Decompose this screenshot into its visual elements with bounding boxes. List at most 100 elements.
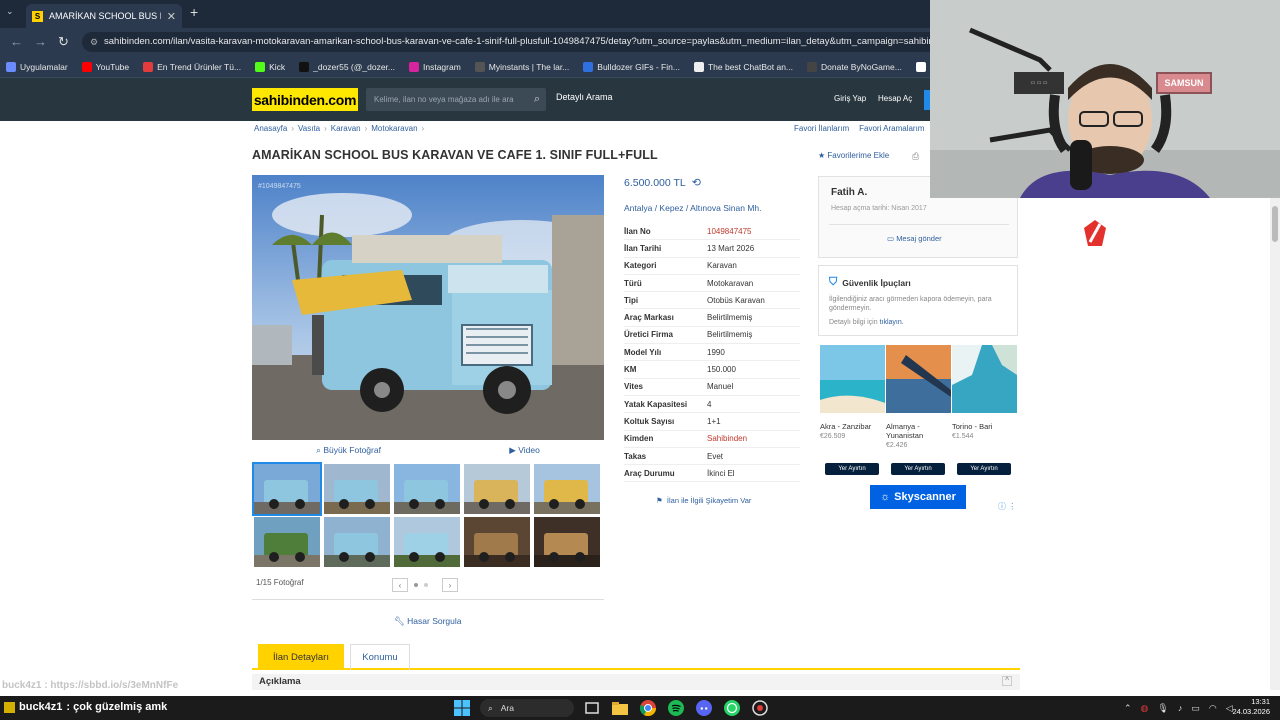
reload-icon[interactable]: ↻ bbox=[58, 34, 69, 50]
breadcrumb-item[interactable]: Vasıta bbox=[298, 124, 320, 133]
skyscanner-logo[interactable]: ☼ Skyscanner bbox=[870, 485, 966, 509]
detail-label: Tipi bbox=[624, 295, 639, 305]
chevron-up-icon[interactable]: ⌃ bbox=[1124, 703, 1132, 714]
recorder-icon[interactable] bbox=[750, 699, 770, 717]
price-history-icon[interactable]: ⟲ bbox=[692, 176, 701, 189]
bookmark-item[interactable]: Instagram bbox=[409, 61, 461, 72]
chrome-icon[interactable] bbox=[638, 699, 658, 717]
print-icon[interactable]: ⎙ bbox=[912, 151, 919, 162]
bookmark-item[interactable]: YouTube bbox=[81, 61, 129, 72]
network-status-icon[interactable]: ◍ bbox=[1141, 703, 1149, 714]
bookmark-item[interactable]: Uygulamalar bbox=[6, 61, 68, 72]
book-button[interactable]: Yer Ayırtın bbox=[891, 463, 945, 475]
bookmark-item[interactable]: Bulldozer GIFs - Fin... bbox=[583, 61, 680, 72]
login-link[interactable]: Giriş Yap bbox=[834, 94, 866, 103]
faded-chat-message: buck4z1 : https://sbbd.io/s/3eMnNfFe bbox=[2, 680, 179, 691]
price-value: 6.500.000 TL bbox=[624, 176, 686, 189]
seller-since: Hesap açma tarihi: Nisan 2017 bbox=[831, 205, 927, 212]
tab-listing-details[interactable]: İlan Detayları bbox=[258, 644, 344, 670]
bell-icon[interactable]: ♪ bbox=[1178, 703, 1183, 713]
site-info-icon[interactable]: ⚙ bbox=[90, 32, 98, 52]
tab-location[interactable]: Konumu bbox=[350, 644, 410, 670]
breadcrumb: Anasayfa › Vasıta › Karavan › Motokaravan › bbox=[254, 124, 425, 133]
ad-card[interactable]: Akra - Zanzibar €26.509 bbox=[820, 345, 885, 440]
detail-row: İlan No 1049847475 bbox=[624, 223, 800, 241]
breadcrumb-item[interactable]: Karavan bbox=[331, 124, 361, 133]
whatsapp-icon[interactable] bbox=[722, 699, 742, 717]
safety-more-link[interactable]: tıklayın. bbox=[880, 319, 904, 326]
discord-icon[interactable] bbox=[694, 699, 714, 717]
bookmark-item[interactable]: Myinstants | The lar... bbox=[474, 61, 569, 72]
seller-name[interactable]: Fatih A. bbox=[831, 187, 867, 198]
ad-card[interactable]: Almanya - Yunanistan €2.426 bbox=[886, 345, 951, 449]
browser-tab[interactable]: S AMARİKAN SCHOOL BUS KARAV ✕ bbox=[26, 4, 182, 28]
chat-username: buck4z1 bbox=[19, 701, 63, 713]
task-view-icon[interactable] bbox=[582, 699, 602, 717]
safety-more-prefix: Detaylı bilgi için bbox=[829, 319, 878, 326]
detail-row: Kimden Sahibinden bbox=[624, 431, 800, 448]
back-icon[interactable]: ← bbox=[10, 34, 23, 49]
complaint-link[interactable]: ⚑ İlan ile İlgili Şikayetim Var bbox=[656, 496, 751, 505]
system-tray: ⌃ ◍ 🎙︎ ♪ ▭ ◠ ◁ bbox=[1124, 698, 1233, 718]
book-button[interactable]: Yer Ayırtın bbox=[825, 463, 879, 475]
new-tab-icon[interactable]: + bbox=[190, 4, 198, 20]
ad-card[interactable]: Torino - Bari €1.544 bbox=[952, 345, 1017, 440]
scrollbar-thumb[interactable] bbox=[1272, 206, 1278, 242]
message-icon: ▭ bbox=[887, 234, 895, 243]
url-input[interactable]: ⚙ sahibinden.com/ilan/vasita-karavan-mot… bbox=[82, 32, 1022, 52]
windows-start-icon[interactable] bbox=[452, 699, 472, 717]
detail-label: Türü bbox=[624, 278, 642, 288]
favorite-searches-link[interactable]: Favori Aramalarım bbox=[859, 124, 924, 133]
microphone-icon[interactable]: 🎙︎ bbox=[1157, 703, 1168, 714]
search-icon[interactable]: ⌕ bbox=[534, 88, 540, 111]
detail-value: Karavan bbox=[707, 261, 737, 271]
bookmark-favicon-icon bbox=[299, 61, 310, 72]
send-message-button[interactable]: ▭ Mesaj gönder bbox=[887, 234, 942, 243]
breadcrumb-item[interactable]: Motokaravan bbox=[371, 124, 417, 133]
breadcrumb-item[interactable]: Anasayfa bbox=[254, 124, 287, 133]
tab-search-icon[interactable]: ⌄ bbox=[6, 6, 14, 17]
bookmark-item[interactable]: _dozer55 (@_dozer... bbox=[299, 61, 395, 72]
bookmark-item[interactable]: Donate ByNoGame... bbox=[807, 61, 902, 72]
forward-icon[interactable]: → bbox=[34, 34, 47, 49]
ad-destination: Torino - Bari bbox=[952, 422, 993, 431]
detail-label: Yatak Kapasitesi bbox=[624, 399, 688, 409]
search-placeholder: Kelime, ilan no veya mağaza adı ile ara bbox=[374, 95, 514, 104]
page-scrollbar[interactable] bbox=[1270, 198, 1280, 690]
register-link[interactable]: Hesap Aç bbox=[878, 94, 912, 103]
detail-value: 4 bbox=[707, 399, 712, 409]
bookmark-label: Kick bbox=[269, 61, 286, 72]
file-explorer-icon[interactable] bbox=[610, 699, 630, 717]
site-logo[interactable]: sahibinden.com bbox=[252, 88, 358, 111]
favorite-links: Favori İlanlarım Favori Aramalarım bbox=[794, 124, 924, 133]
close-icon[interactable]: ✕ bbox=[167, 10, 176, 23]
favorite-listings-link[interactable]: Favori İlanlarım bbox=[794, 124, 849, 133]
location-links[interactable]: Antalya / Kepez / Altınova Sinan Mh. bbox=[624, 203, 762, 213]
detail-row: Yatak Kapasitesi 4 bbox=[624, 396, 800, 414]
wifi-icon[interactable]: ◠ bbox=[1209, 703, 1217, 714]
add-favorite-button[interactable]: ★ Favorilerime Ekle bbox=[818, 151, 889, 160]
spotify-icon[interactable] bbox=[666, 699, 686, 717]
book-button[interactable]: Yer Ayırtın bbox=[957, 463, 1011, 475]
description-header[interactable]: Açıklama ^ bbox=[252, 674, 1020, 690]
wrench-icon: 🔧︎ bbox=[394, 616, 405, 626]
taskbar-search[interactable]: ⌕ Ara bbox=[480, 699, 574, 717]
ad-info-icon[interactable]: ⓘ ⋮ bbox=[998, 501, 1016, 512]
collapse-icon[interactable]: ^ bbox=[1002, 676, 1012, 686]
clock[interactable]: 13:31 24.03.2026 bbox=[1226, 697, 1270, 717]
display-icon[interactable]: ▭ bbox=[1191, 703, 1200, 714]
chat-text: : çok güzelmiş amk bbox=[66, 701, 168, 713]
details-table: İlan No 1049847475 İlan Tarihi 13 Mart 2026… bbox=[624, 223, 800, 483]
chat-message: buck4z1 : çok güzelmiş amk bbox=[4, 701, 167, 713]
damage-query-button[interactable]: 🔧︎ Hasar Sorgula bbox=[394, 616, 462, 627]
bookmark-item[interactable]: En Trend Ürünler Tü... bbox=[143, 61, 241, 72]
bookmark-item[interactable]: The best ChatBot an... bbox=[693, 61, 793, 72]
webcam-overlay: ▭ ▭ ▭ SAMSUN bbox=[930, 0, 1280, 198]
damage-query-label: Hasar Sorgula bbox=[407, 616, 462, 626]
detail-row: Takas Evet bbox=[624, 448, 800, 466]
bookmark-item[interactable]: Kick bbox=[255, 61, 286, 72]
sahibinden-favicon-icon: S bbox=[32, 10, 43, 22]
search-input[interactable]: Kelime, ilan no veya mağaza adı ile ara … bbox=[366, 88, 546, 111]
bookmark-label: Instagram bbox=[423, 61, 461, 72]
detailed-search-link[interactable]: Detaylı Arama bbox=[556, 92, 613, 102]
